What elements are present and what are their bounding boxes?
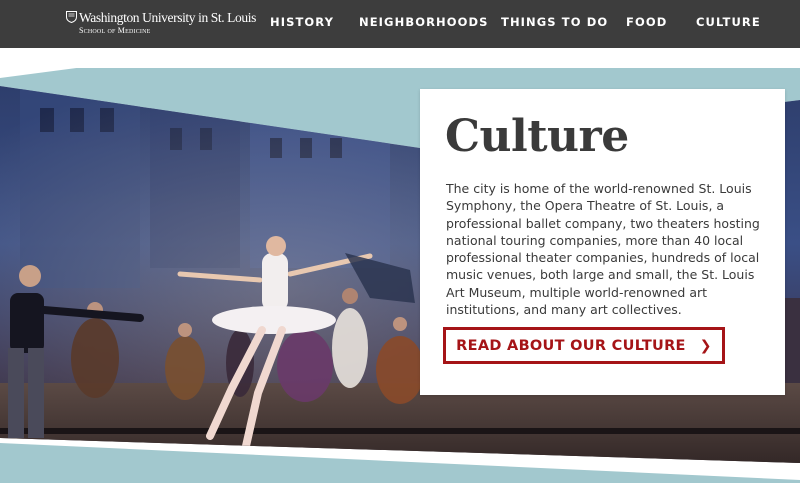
card-body: The city is home of the world-renowned S… — [446, 181, 760, 318]
card-title: Culture — [445, 111, 629, 162]
nav-item-food[interactable]: FOOD — [626, 15, 667, 29]
culture-card: Culture The city is home of the world-re… — [420, 89, 785, 395]
nav-item-culture[interactable]: CULTURE — [696, 15, 761, 29]
university-logo[interactable]: Washington University in St. Louis Schoo… — [66, 10, 256, 38]
nav-item-things-to-do[interactable]: THINGS TO DO — [501, 15, 608, 29]
university-name: Washington University in St. Louis — [79, 10, 256, 25]
nav-item-history[interactable]: HISTORY — [270, 15, 334, 29]
read-about-culture-button[interactable]: READ ABOUT OUR CULTURE ❯ — [443, 327, 725, 364]
nav-item-neighborhoods[interactable]: NEIGHBORHOODS — [359, 15, 489, 29]
chevron-right-icon: ❯ — [699, 337, 712, 354]
shield-icon — [66, 11, 77, 23]
cta-label: READ ABOUT OUR CULTURE — [456, 337, 686, 354]
top-navigation-bar: Washington University in St. Louis Schoo… — [0, 0, 800, 48]
school-name: School of Medicine — [79, 26, 151, 35]
